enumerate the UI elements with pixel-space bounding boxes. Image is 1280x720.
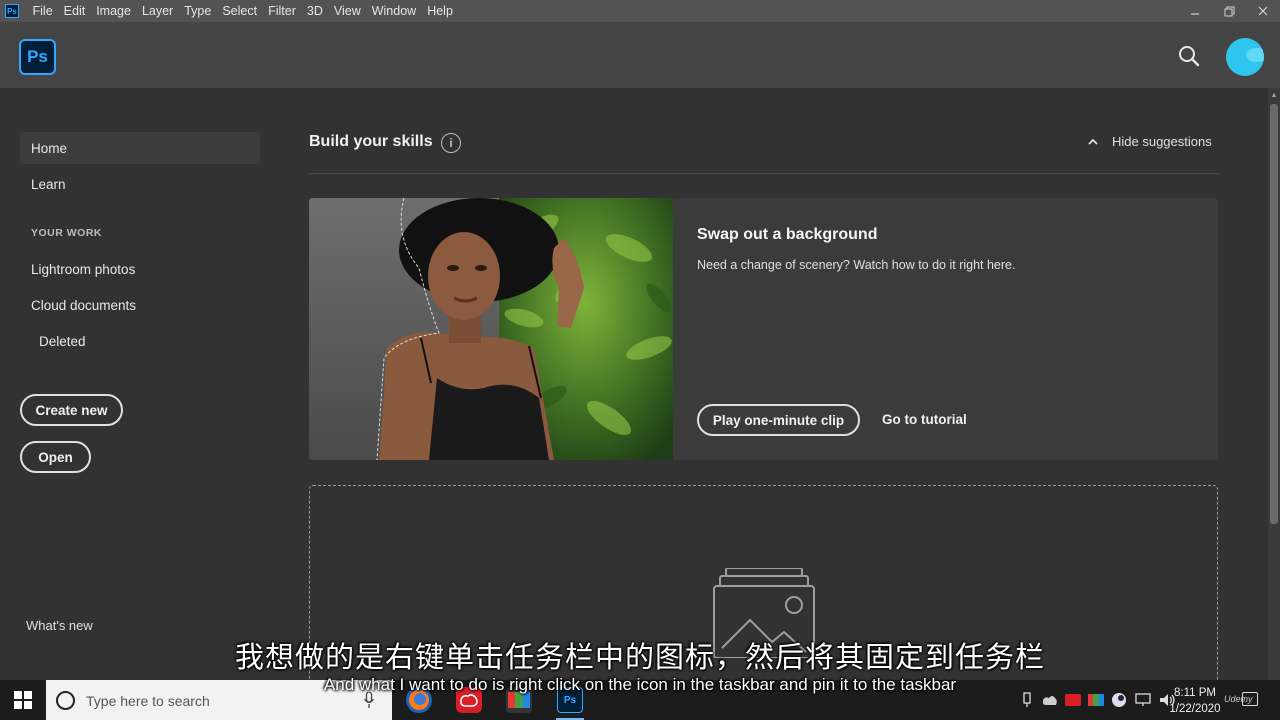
cloud-sync-icon[interactable] [1042,694,1058,706]
color-tray-icon[interactable] [1088,694,1104,706]
open-button[interactable]: Open [20,441,91,473]
card-title: Swap out a background [697,226,878,243]
tutorial-thumbnail[interactable] [309,198,673,460]
menu-file[interactable]: File [27,4,58,18]
sidebar-item-home[interactable]: Home [20,132,260,164]
subtitle-chinese: 我想做的是右键单击任务栏中的图标，然后将其固定到任务栏 [234,640,1045,674]
menu-type[interactable]: Type [179,4,217,18]
hide-suggestions-label: Hide suggestions [1112,134,1212,149]
card-description: Need a change of scenery? Watch how to d… [697,258,1016,272]
tutorial-card: Swap out a background Need a change of s… [309,198,1218,460]
menu-help[interactable]: Help [422,4,459,18]
search-placeholder: Type here to search [86,693,210,709]
play-clip-button[interactable]: Play one-minute clip [697,404,860,436]
create-new-button[interactable]: Create new [20,394,123,426]
menu-filter[interactable]: Filter [263,4,302,18]
divider [309,173,1219,174]
close-icon[interactable] [1246,0,1280,22]
clock-date: 1/22/2020 [1169,703,1221,715]
sidebar-item-learn[interactable]: Learn [20,168,260,200]
menu-3d[interactable]: 3D [301,4,328,18]
scroll-up-arrow-icon[interactable]: ▲ [1268,88,1280,102]
sidebar-item-cloud-documents[interactable]: Cloud documents [20,289,260,321]
hide-suggestions-button[interactable]: Hide suggestions [1088,134,1212,149]
menu-image[interactable]: Image [91,4,137,18]
menu-view[interactable]: View [328,4,366,18]
minimize-icon[interactable] [1178,0,1212,22]
search-icon[interactable] [1176,43,1202,69]
menu-layer[interactable]: Layer [136,4,178,18]
photoshop-app-icon[interactable]: Ps [5,4,19,18]
menu-select[interactable]: Select [217,4,263,18]
photoshop-logo[interactable]: Ps [19,39,56,75]
restore-icon[interactable] [1212,0,1246,22]
menu-window[interactable]: Window [366,4,421,18]
sidebar-item-lightroom-photos[interactable]: Lightroom photos [20,253,260,285]
menu-bar: Ps File Edit Image Layer Type Select Fil… [0,0,1280,22]
info-icon[interactable]: i [441,133,461,153]
sidebar: Home Learn YOUR WORK Lightroom photos Cl… [0,88,280,680]
window-controls [1178,0,1280,22]
scroll-thumb[interactable] [1270,104,1278,524]
avatar[interactable] [1226,38,1264,76]
whats-new-link[interactable]: What's new [26,618,93,633]
creative-cloud-tray-icon[interactable] [1065,694,1081,706]
go-to-tutorial-link[interactable]: Go to tutorial [882,412,967,427]
menu-edit[interactable]: Edit [58,4,91,18]
build-skills-heading: Build your skills [309,133,433,150]
subtitle-english: And what I want to do is right click on … [323,675,957,694]
sidebar-item-deleted[interactable]: Deleted [28,325,268,357]
chevron-up-icon [1088,138,1098,145]
section-label-your-work: YOUR WORK [31,227,102,239]
home-header: Ps [0,22,1280,88]
network-icon[interactable] [1134,693,1152,707]
